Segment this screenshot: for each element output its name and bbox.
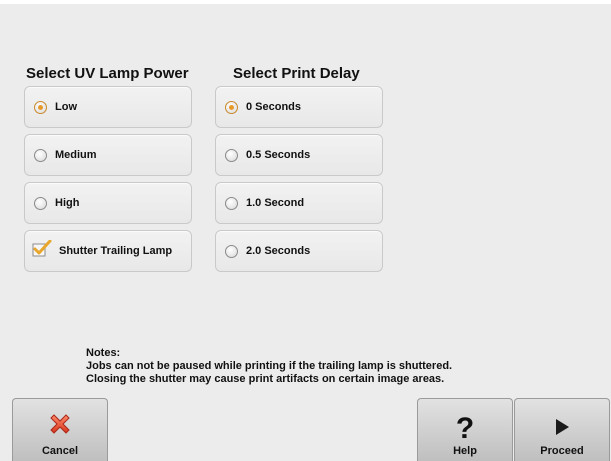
help-button[interactable]: ? Help — [417, 398, 513, 461]
proceed-label: Proceed — [540, 445, 584, 457]
top-bar — [0, 0, 611, 4]
print-delay-1-0-label: 1.0 Second — [246, 197, 305, 209]
play-arrow-icon — [553, 417, 571, 442]
print-delay-2-0-option[interactable]: 2.0 Seconds — [215, 230, 383, 272]
cancel-label: Cancel — [41, 445, 79, 457]
radio-selected-icon[interactable] — [225, 100, 238, 114]
cancel-button[interactable]: Cancel — [12, 398, 108, 461]
help-label: Help — [453, 445, 477, 457]
notes-line-2: Closing the shutter may cause print arti… — [86, 373, 445, 385]
uv-lamp-medium-label: Medium — [55, 149, 97, 161]
radio-unselected-icon[interactable] — [225, 196, 238, 210]
uv-lamp-low-option[interactable]: Low — [24, 86, 192, 128]
checkmark-icon[interactable] — [32, 239, 52, 263]
print-delay-1-0-option[interactable]: 1.0 Second — [215, 182, 383, 224]
radio-unselected-icon[interactable] — [34, 148, 47, 162]
radio-unselected-icon[interactable] — [225, 244, 238, 258]
shutter-trailing-lamp-option[interactable]: Shutter Trailing Lamp — [24, 230, 192, 272]
proceed-button[interactable]: Proceed — [514, 398, 610, 461]
uv-lamp-low-label: Low — [55, 101, 77, 113]
radio-selected-icon[interactable] — [34, 100, 47, 114]
uv-lamp-high-label: High — [55, 197, 80, 209]
print-delay-0-5-label: 0.5 Seconds — [246, 149, 311, 161]
notes-section: Notes: Jobs can not be paused while prin… — [86, 347, 452, 386]
close-icon — [47, 411, 73, 442]
print-delay-2-0-label: 2.0 Seconds — [246, 245, 311, 257]
notes-heading: Notes: — [86, 347, 121, 359]
print-delay-0-option[interactable]: 0 Seconds — [215, 86, 383, 128]
radio-unselected-icon[interactable] — [225, 148, 238, 162]
notes-line-1: Jobs can not be paused while printing if… — [86, 360, 453, 372]
question-mark-icon: ? — [455, 412, 475, 445]
uv-lamp-medium-option[interactable]: Medium — [24, 134, 192, 176]
print-delay-0-5-option[interactable]: 0.5 Seconds — [215, 134, 383, 176]
radio-unselected-icon[interactable] — [34, 196, 47, 210]
print-delay-title: Select Print Delay — [233, 65, 360, 82]
uv-lamp-high-option[interactable]: High — [24, 182, 192, 224]
shutter-trailing-lamp-label: Shutter Trailing Lamp — [59, 245, 173, 257]
uv-lamp-power-title: Select UV Lamp Power — [26, 65, 189, 82]
print-delay-0-label: 0 Seconds — [246, 101, 302, 113]
